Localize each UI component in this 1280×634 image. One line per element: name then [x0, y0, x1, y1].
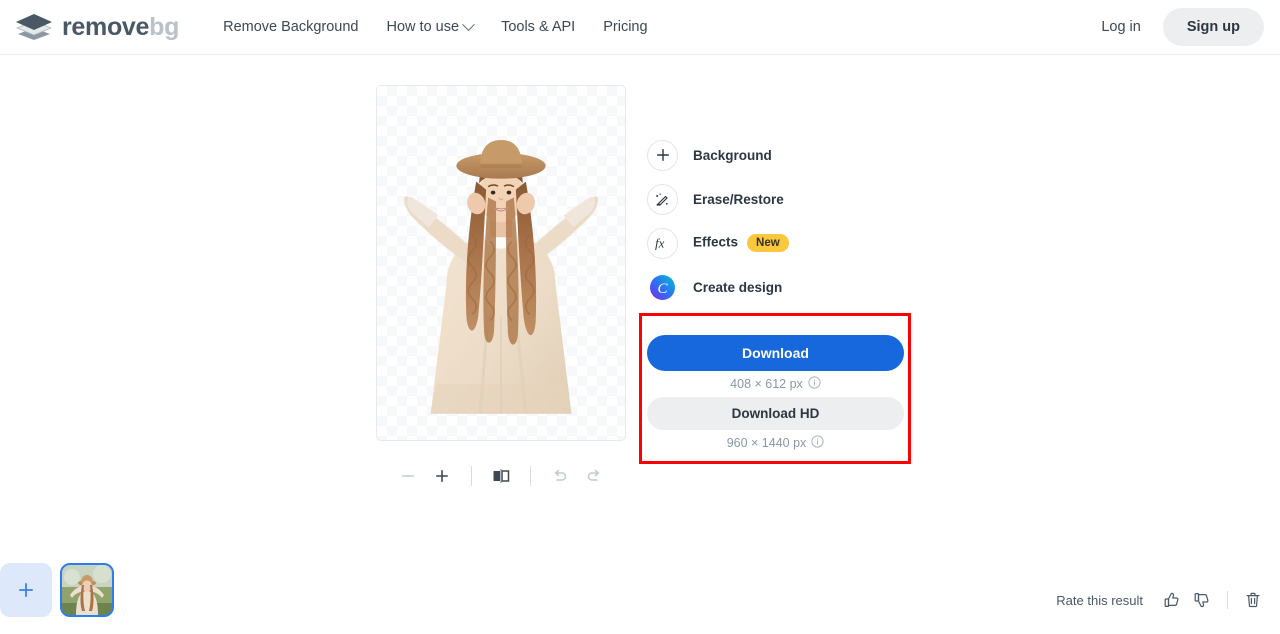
- redo-icon[interactable]: [577, 459, 611, 493]
- fx-icon: fx: [647, 227, 678, 259]
- download-hd-button[interactable]: Download HD: [647, 397, 904, 430]
- nav-label: How to use: [386, 19, 460, 35]
- panel-item-erase-restore[interactable]: Erase/Restore: [647, 177, 947, 221]
- tools-panel: Background Erase/Restore fx Effects New …: [647, 133, 947, 309]
- nav-item-pricing[interactable]: Pricing: [589, 13, 661, 41]
- panel-item-label: Effects New: [693, 234, 789, 252]
- image-canvas[interactable]: [376, 85, 626, 441]
- rating-bar: Rate this result: [1056, 586, 1268, 614]
- nav-label: Tools & API: [501, 19, 576, 35]
- logo[interactable]: removebg: [14, 12, 179, 42]
- new-badge: New: [747, 234, 789, 252]
- toolbar-divider: [471, 466, 472, 486]
- nav-item-remove-background[interactable]: Remove Background: [209, 13, 372, 41]
- login-button[interactable]: Log in: [1087, 11, 1155, 43]
- rate-label: Rate this result: [1056, 592, 1143, 608]
- main-nav: Remove Background How to use Tools & API…: [209, 13, 661, 41]
- undo-icon[interactable]: [543, 459, 577, 493]
- logo-text: removebg: [62, 13, 179, 42]
- panel-item-background[interactable]: Background: [647, 133, 947, 177]
- download-dimensions: 408 × 612 px: [647, 371, 904, 397]
- add-image-button[interactable]: [0, 563, 52, 617]
- thumbnail-image: [62, 565, 112, 615]
- subject-image: [404, 139, 598, 414]
- zoom-in-icon[interactable]: [425, 459, 459, 493]
- nav-item-how-to-use[interactable]: How to use: [373, 13, 488, 41]
- trash-icon[interactable]: [1238, 586, 1268, 614]
- download-hd-dimensions-text: 960 × 1440 px: [726, 436, 807, 450]
- rating-divider: [1227, 591, 1228, 609]
- download-button[interactable]: Download: [647, 335, 904, 371]
- image-toolbar: [376, 458, 626, 494]
- panel-item-label: Erase/Restore: [693, 191, 784, 207]
- nav-label: Remove Background: [223, 19, 359, 35]
- download-hd-dimensions: 960 × 1440 px: [647, 430, 904, 456]
- panel-item-label: Create design: [693, 279, 783, 295]
- layers-icon: [14, 12, 54, 42]
- canva-icon: C: [647, 271, 678, 303]
- thumbs-up-icon[interactable]: [1157, 586, 1187, 614]
- svg-text:fx: fx: [655, 236, 665, 251]
- plus-icon: [19, 583, 33, 597]
- thumbs-down-icon[interactable]: [1187, 586, 1217, 614]
- panel-item-label: Background: [693, 147, 772, 163]
- zoom-out-icon[interactable]: [391, 459, 425, 493]
- plus-icon: [647, 139, 678, 171]
- thumbnail-strip: [0, 563, 114, 617]
- panel-item-create-design[interactable]: C Create design: [647, 265, 947, 309]
- signup-button[interactable]: Sign up: [1162, 8, 1264, 46]
- thumbnail-item[interactable]: [60, 563, 114, 617]
- effects-label: Effects: [693, 234, 739, 250]
- svg-text:C: C: [657, 281, 668, 297]
- chevron-down-icon: [462, 17, 475, 31]
- compare-icon[interactable]: [484, 459, 518, 493]
- nav-item-tools-api[interactable]: Tools & API: [487, 13, 589, 41]
- magic-brush-icon: [647, 183, 678, 215]
- toolbar-divider: [530, 466, 531, 486]
- info-icon[interactable]: [811, 435, 824, 451]
- logo-text-secondary: bg: [149, 12, 180, 41]
- removebg-editor-page: removebg Remove Background How to use To…: [0, 0, 1280, 634]
- header-actions: Log in Sign up: [1087, 8, 1264, 46]
- info-icon[interactable]: [808, 376, 821, 392]
- logo-text-primary: remove: [62, 12, 150, 41]
- download-section: Download 408 × 612 px Download HD 960 × …: [647, 335, 904, 456]
- site-header: removebg Remove Background How to use To…: [0, 0, 1280, 55]
- nav-label: Pricing: [603, 19, 648, 35]
- panel-item-effects[interactable]: fx Effects New: [647, 221, 947, 265]
- download-dimensions-text: 408 × 612 px: [730, 377, 803, 391]
